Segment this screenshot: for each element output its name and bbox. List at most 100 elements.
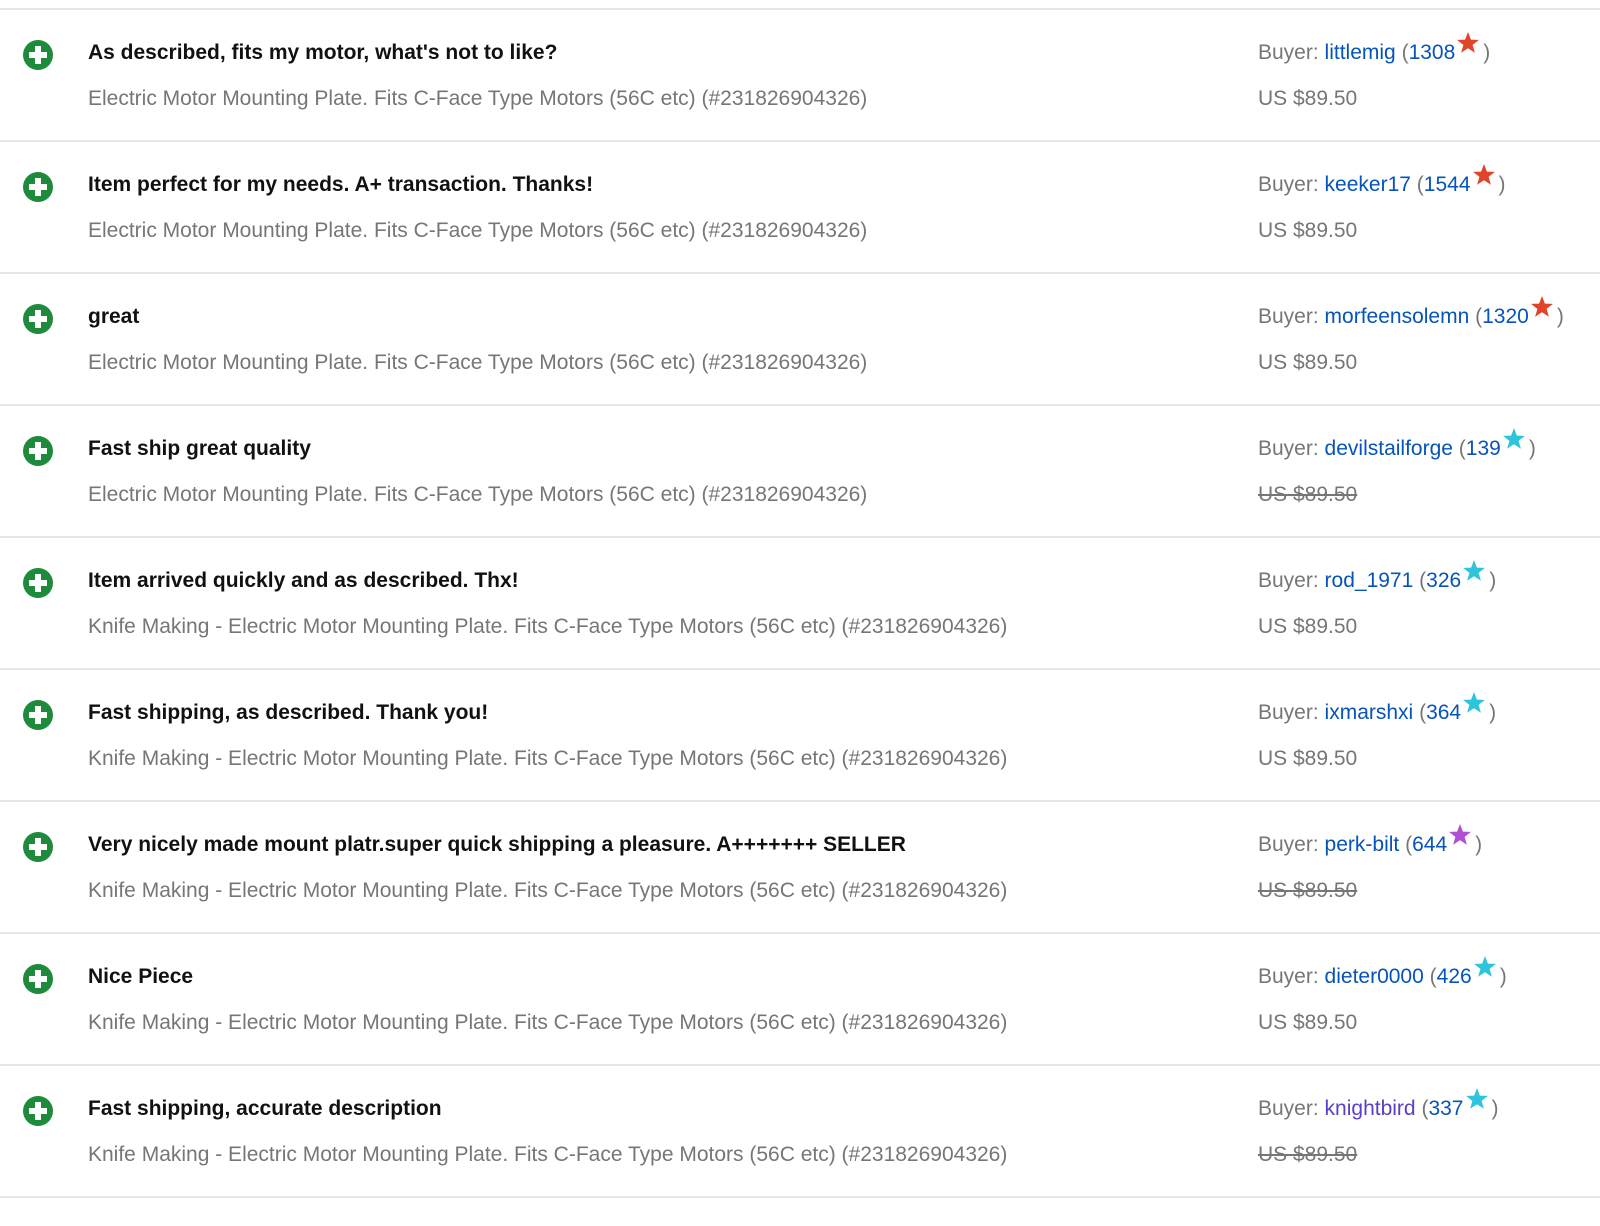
feedback-star-icon <box>1463 560 1486 581</box>
score-open-paren: ( <box>1401 41 1409 64</box>
feedback-star-icon <box>1463 692 1486 713</box>
buyer-label: Buyer: <box>1258 305 1319 328</box>
feedback-score-link[interactable]: 1544 <box>1424 173 1471 196</box>
buyer-label: Buyer: <box>1258 569 1319 592</box>
feedback-comment: Item perfect for my needs. A+ transactio… <box>88 173 594 196</box>
buyer-info: Buyer: littlemig (1308) <box>1258 32 1491 65</box>
positive-rating-icon <box>23 304 53 334</box>
item-price: US $89.50 <box>1258 351 1358 374</box>
buyer-label: Buyer: <box>1258 1097 1319 1120</box>
positive-rating-icon <box>23 172 53 202</box>
feedback-comment: Item arrived quickly and as described. T… <box>88 569 519 592</box>
feedback-score-link[interactable]: 139 <box>1466 437 1501 460</box>
buyer-label: Buyer: <box>1258 965 1319 988</box>
positive-rating-icon <box>23 700 53 730</box>
positive-rating-icon <box>23 832 53 862</box>
item-price: US $89.50 <box>1258 219 1358 242</box>
buyer-label: Buyer: <box>1258 41 1319 64</box>
item-title: Electric Motor Mounting Plate. Fits C-Fa… <box>88 351 868 374</box>
buyer-label: Buyer: <box>1258 437 1319 460</box>
score-open-paren: ( <box>1416 173 1424 196</box>
item-price: US $89.50 <box>1258 87 1358 110</box>
item-price: US $89.50 <box>1258 615 1358 638</box>
buyer-username-link[interactable]: dieter0000 <box>1325 965 1424 988</box>
buyer-info: Buyer: perk-bilt (644) <box>1258 824 1483 857</box>
item-title: Electric Motor Mounting Plate. Fits C-Fa… <box>88 219 868 242</box>
feedback-star-icon <box>1473 956 1496 977</box>
positive-rating-icon <box>23 40 53 70</box>
item-price: US $89.50 <box>1258 1011 1358 1034</box>
buyer-info: Buyer: rod_1971 (326) <box>1258 560 1497 593</box>
buyer-username-link[interactable]: perk-bilt <box>1325 833 1400 856</box>
score-close-paren: ) <box>1499 965 1507 988</box>
buyer-username-link[interactable]: littlemig <box>1325 41 1396 64</box>
feedback-comment: Very nicely made mount platr.super quick… <box>88 833 906 856</box>
feedback-list: As described, fits my motor, what's not … <box>0 8 1600 1198</box>
feedback-comment: As described, fits my motor, what's not … <box>88 41 558 64</box>
feedback-score-link[interactable]: 426 <box>1437 965 1472 988</box>
score-open-paren: ( <box>1429 965 1437 988</box>
item-title: Knife Making - Electric Motor Mounting P… <box>88 747 1008 770</box>
feedback-score-link[interactable]: 1308 <box>1409 41 1456 64</box>
feedback-row: Nice Piece Knife Making - Electric Motor… <box>0 934 1600 1066</box>
feedback-row: Fast shipping, as described. Thank you! … <box>0 670 1600 802</box>
feedback-score-link[interactable]: 644 <box>1412 833 1447 856</box>
item-title: Knife Making - Electric Motor Mounting P… <box>88 615 1008 638</box>
buyer-info: Buyer: devilstailforge (139) <box>1258 428 1536 461</box>
item-title: Electric Motor Mounting Plate. Fits C-Fa… <box>88 483 868 506</box>
score-close-paren: ) <box>1528 437 1536 460</box>
feedback-star-icon <box>1502 428 1525 449</box>
feedback-row: Item perfect for my needs. A+ transactio… <box>0 142 1600 274</box>
score-close-paren: ) <box>1491 1097 1499 1120</box>
feedback-row: As described, fits my motor, what's not … <box>0 10 1600 142</box>
buyer-username-link[interactable]: ixmarshxi <box>1325 701 1414 724</box>
item-price: US $89.50 <box>1258 1143 1358 1166</box>
buyer-info: Buyer: keeker17 (1544) <box>1258 164 1506 197</box>
score-close-paren: ) <box>1489 701 1497 724</box>
buyer-username-link[interactable]: keeker17 <box>1325 173 1411 196</box>
feedback-row: Fast shipping, accurate description Knif… <box>0 1066 1600 1198</box>
item-price: US $89.50 <box>1258 747 1358 770</box>
feedback-row: great Electric Motor Mounting Plate. Fit… <box>0 274 1600 406</box>
buyer-info: Buyer: knightbird (337) <box>1258 1088 1499 1121</box>
buyer-info: Buyer: ixmarshxi (364) <box>1258 692 1497 725</box>
score-close-paren: ) <box>1489 569 1497 592</box>
score-close-paren: ) <box>1475 833 1483 856</box>
feedback-star-icon <box>1449 824 1472 845</box>
feedback-comment: Fast shipping, accurate description <box>88 1097 442 1120</box>
feedback-comment: Fast ship great quality <box>88 437 311 460</box>
buyer-username-link[interactable]: knightbird <box>1325 1097 1416 1120</box>
feedback-score-link[interactable]: 326 <box>1426 569 1461 592</box>
score-open-paren: ( <box>1458 437 1466 460</box>
score-close-paren: ) <box>1498 173 1506 196</box>
feedback-star-icon <box>1465 1088 1488 1109</box>
buyer-label: Buyer: <box>1258 701 1319 724</box>
feedback-comment: Nice Piece <box>88 965 194 988</box>
positive-rating-icon <box>23 436 53 466</box>
buyer-username-link[interactable]: morfeensolemn <box>1325 305 1470 328</box>
feedback-row: Very nicely made mount platr.super quick… <box>0 802 1600 934</box>
buyer-info: Buyer: morfeensolemn (1320) <box>1258 296 1564 329</box>
feedback-score-link[interactable]: 364 <box>1426 701 1461 724</box>
buyer-label: Buyer: <box>1258 833 1319 856</box>
feedback-comment: great <box>88 305 140 328</box>
feedback-star-icon <box>1472 164 1495 185</box>
positive-rating-icon <box>23 964 53 994</box>
feedback-comment: Fast shipping, as described. Thank you! <box>88 701 489 724</box>
item-title: Knife Making - Electric Motor Mounting P… <box>88 1143 1008 1166</box>
feedback-score-link[interactable]: 1320 <box>1482 305 1529 328</box>
buyer-username-link[interactable]: rod_1971 <box>1325 569 1414 592</box>
positive-rating-icon <box>23 568 53 598</box>
feedback-star-icon <box>1530 296 1553 317</box>
item-title: Knife Making - Electric Motor Mounting P… <box>88 879 1008 902</box>
buyer-info: Buyer: dieter0000 (426) <box>1258 956 1507 989</box>
score-close-paren: ) <box>1483 41 1491 64</box>
feedback-row: Item arrived quickly and as described. T… <box>0 538 1600 670</box>
score-close-paren: ) <box>1556 305 1564 328</box>
buyer-username-link[interactable]: devilstailforge <box>1325 437 1453 460</box>
feedback-score-link[interactable]: 337 <box>1428 1097 1463 1120</box>
item-title: Electric Motor Mounting Plate. Fits C-Fa… <box>88 87 868 110</box>
buyer-label: Buyer: <box>1258 173 1319 196</box>
feedback-row: Fast ship great quality Electric Motor M… <box>0 406 1600 538</box>
item-price: US $89.50 <box>1258 879 1358 902</box>
